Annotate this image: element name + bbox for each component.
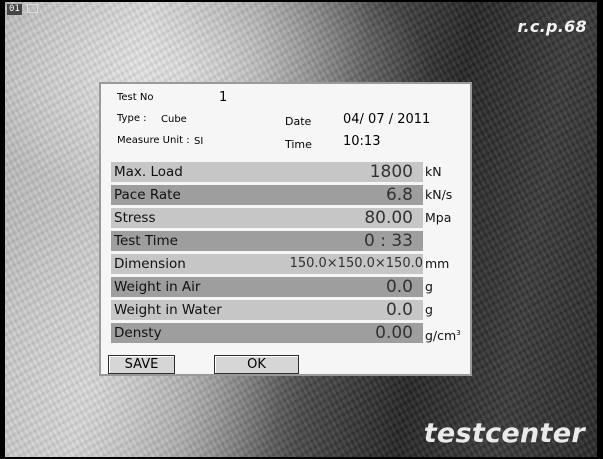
density-value: 0.00 (258, 323, 423, 343)
channel-number: 01 (7, 4, 22, 15)
brand-model-label: r.c.p.68 (517, 17, 587, 36)
density-unit-exponent: 3 (456, 329, 461, 337)
weight-in-water-unit: g (425, 302, 433, 317)
weight-in-water-value: 0.0 (258, 300, 423, 320)
type-value: Cube (161, 114, 187, 125)
max-load-label: Max. Load (111, 162, 258, 182)
result-row-weight-in-water: Weight in Water 0.0 g (111, 299, 464, 321)
dimension-unit: mm (425, 256, 450, 271)
pace-rate-value: 6.8 (258, 185, 423, 205)
density-label: Densty (111, 323, 258, 343)
measure-unit-label: Measure Unit : (117, 135, 190, 146)
dimension-value: 150.0×150.0×150.0 (258, 254, 423, 274)
channel-image-icon (27, 4, 38, 13)
pace-rate-label: Pace Rate (111, 185, 258, 205)
max-load-value: 1800 (258, 162, 423, 182)
save-button[interactable]: SAVE (108, 355, 175, 374)
result-row-max-load: Max. Load 1800 kN (111, 161, 464, 183)
test-time-value: 0 : 33 (258, 231, 423, 251)
test-time-label: Test Time (111, 231, 258, 251)
weight-in-water-label: Weight in Water (111, 300, 258, 320)
result-row-weight-in-air: Weight in Air 0.0 g (111, 276, 464, 298)
weight-in-air-unit: g (425, 279, 433, 294)
weight-in-air-label: Weight in Air (111, 277, 258, 297)
time-label: Time (285, 138, 312, 151)
date-value: 04/ 07 / 2011 (343, 112, 431, 127)
type-label: Type : (117, 113, 147, 124)
stress-unit: Mpa (425, 210, 452, 225)
result-row-pace-rate: Pace Rate 6.8 kN/s (111, 184, 464, 206)
test-result-panel: Test No 1 Type : Cube Date 04/ 07 / 2011… (99, 82, 472, 376)
stress-label: Stress (111, 208, 258, 228)
date-label: Date (285, 115, 312, 128)
stress-value: 80.00 (258, 208, 423, 228)
ok-button[interactable]: OK (214, 355, 299, 374)
brand-logo-text: testcenter (423, 418, 585, 449)
measure-unit-value: SI (194, 136, 204, 147)
result-row-dimension: Dimension 150.0×150.0×150.0 mm (111, 253, 464, 275)
dimension-label: Dimension (111, 254, 258, 274)
result-row-stress: Stress 80.00 Mpa (111, 207, 464, 229)
result-row-density: Densty 0.00 g/cm3 (111, 322, 464, 344)
max-load-unit: kN (425, 164, 442, 179)
test-result-screen: 01 r.c.p.68 testcenter Test No 1 Type : … (5, 2, 597, 457)
density-unit: g/cm3 (425, 323, 461, 343)
test-no-value: 1 (219, 90, 228, 105)
test-no-label: Test No (117, 92, 154, 103)
pace-rate-unit: kN/s (425, 187, 453, 202)
time-value: 10:13 (343, 134, 381, 149)
weight-in-air-value: 0.0 (258, 277, 423, 297)
density-unit-base: g/cm (425, 328, 457, 344)
result-row-test-time: Test Time 0 : 33 (111, 230, 464, 252)
